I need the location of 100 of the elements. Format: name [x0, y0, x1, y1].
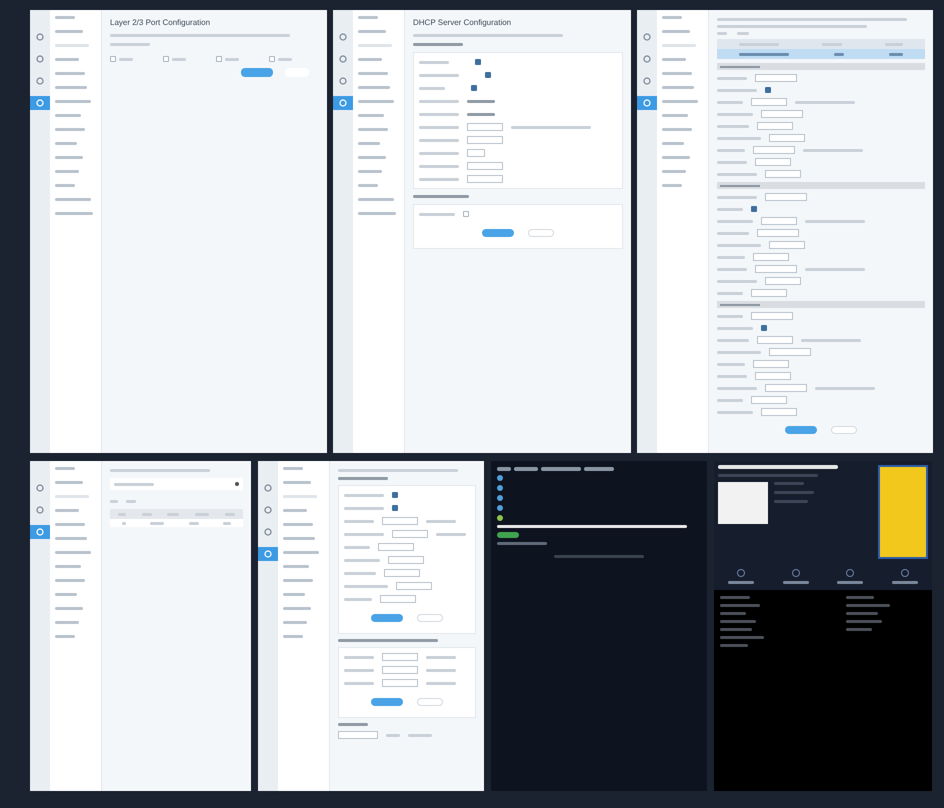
secondary-button[interactable] [417, 698, 443, 706]
input-field[interactable] [392, 530, 428, 538]
search-field[interactable] [110, 478, 243, 490]
nav-icon-button[interactable] [30, 96, 50, 110]
selected-table-row[interactable] [717, 49, 925, 59]
input-field[interactable] [467, 175, 503, 183]
blurred-text-line [795, 100, 855, 104]
input-field[interactable] [382, 517, 418, 525]
blurred-text-line [55, 86, 87, 89]
input-field[interactable] [382, 679, 418, 687]
input-field[interactable] [753, 146, 795, 154]
input-field[interactable] [753, 253, 789, 261]
blurred-text-line [717, 256, 745, 258]
blurred-text-line [846, 596, 874, 599]
blurred-text-line [801, 338, 861, 342]
nav-icon-button[interactable] [30, 525, 50, 539]
checkbox[interactable] [110, 56, 116, 62]
blurred-text-line [717, 410, 753, 414]
primary-button[interactable] [785, 426, 817, 434]
checkbox[interactable] [765, 87, 771, 93]
input-field[interactable] [757, 336, 793, 344]
blurred-text-line [717, 88, 757, 92]
input-field[interactable] [761, 408, 797, 416]
circle-icon [36, 33, 44, 41]
secondary-button[interactable] [528, 229, 554, 237]
input-field[interactable] [382, 666, 418, 674]
input-field[interactable] [765, 193, 807, 201]
checkbox[interactable] [751, 206, 757, 212]
input-field[interactable] [384, 569, 420, 577]
nav-icon-button[interactable] [333, 96, 353, 110]
checkbox[interactable] [475, 59, 481, 65]
input-field[interactable] [765, 384, 807, 392]
input-field[interactable] [751, 312, 793, 320]
input-field[interactable] [765, 277, 801, 285]
blurred-text-line [717, 386, 757, 390]
checkbox[interactable] [216, 56, 222, 62]
input-field[interactable] [382, 653, 418, 661]
primary-button[interactable] [241, 68, 273, 77]
checkbox[interactable] [269, 56, 275, 62]
input-field[interactable] [751, 98, 787, 106]
input-field[interactable] [755, 265, 797, 273]
blurred-text-line [55, 212, 93, 215]
blurred-text-line [283, 579, 313, 582]
blurred-text-line [662, 58, 686, 61]
blurred-text-line [344, 682, 374, 684]
input-field[interactable] [769, 241, 805, 249]
primary-button[interactable] [371, 614, 403, 622]
input-field[interactable] [761, 110, 803, 118]
input-field[interactable] [751, 289, 787, 297]
blurred-text-line [717, 292, 743, 294]
checkbox[interactable] [761, 325, 767, 331]
blurred-text-line [584, 467, 614, 471]
input-field[interactable] [467, 162, 503, 170]
input-field[interactable] [769, 134, 805, 142]
blurred-text-line [344, 558, 380, 562]
input-field[interactable] [378, 543, 414, 551]
input-field[interactable] [753, 360, 789, 368]
checkbox[interactable] [485, 72, 491, 78]
input-field[interactable] [467, 123, 503, 131]
blurred-text-line [846, 620, 882, 623]
blurred-text-line [782, 581, 809, 584]
input-field[interactable] [765, 170, 801, 178]
primary-button[interactable] [482, 229, 514, 237]
blurred-text-line [55, 523, 85, 526]
input-field[interactable] [467, 149, 485, 157]
checkbox[interactable] [163, 56, 169, 62]
blurred-text-line [662, 30, 690, 33]
nav-icon-button[interactable] [637, 96, 657, 110]
checkbox[interactable] [392, 505, 398, 511]
checkbox[interactable] [392, 492, 398, 498]
secondary-button[interactable] [831, 426, 857, 434]
input-field[interactable] [769, 348, 811, 356]
blurred-text-line [717, 112, 753, 116]
blurred-text-line [55, 481, 83, 484]
input-field[interactable] [755, 158, 791, 166]
input-field[interactable] [396, 582, 432, 590]
input-field[interactable] [755, 74, 797, 82]
nav-icon-button[interactable] [258, 547, 278, 561]
blurred-text-line [358, 44, 392, 47]
input-field[interactable] [757, 229, 799, 237]
primary-button[interactable] [371, 698, 403, 706]
input-field[interactable] [388, 556, 424, 564]
input-field[interactable] [380, 595, 416, 603]
blurred-text-line [55, 467, 75, 470]
checkbox[interactable] [463, 211, 469, 217]
blurred-text-line [837, 581, 864, 584]
input-field[interactable] [755, 372, 791, 380]
blurred-text-line [283, 509, 307, 512]
blurred-text-line [717, 172, 757, 176]
blurred-text-line [514, 467, 538, 471]
input-field[interactable] [467, 136, 503, 144]
input-field[interactable] [761, 217, 797, 225]
input-field[interactable] [751, 396, 787, 404]
blurred-text-line [386, 734, 400, 736]
input-field[interactable] [757, 122, 793, 130]
page-title: DHCP Server Configuration [413, 18, 512, 28]
checkbox[interactable] [471, 85, 477, 91]
secondary-button[interactable] [417, 614, 443, 622]
input-field[interactable] [338, 731, 378, 739]
blurred-text-line [358, 184, 378, 187]
